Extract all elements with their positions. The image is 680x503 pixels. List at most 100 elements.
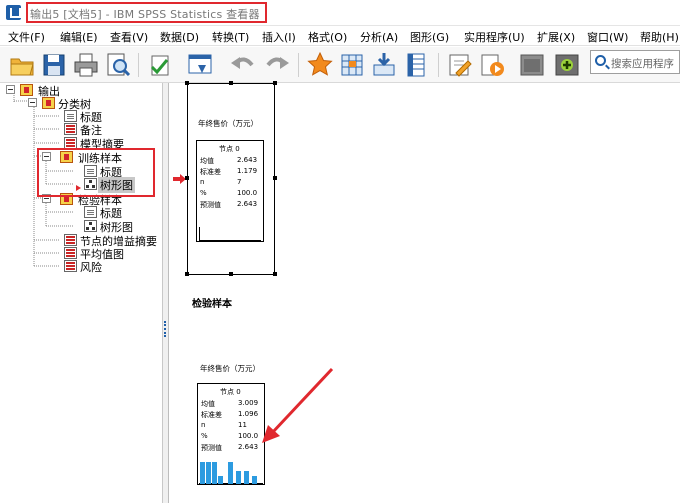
tree-node-histogram [199,456,263,484]
table-icon [64,234,77,246]
annotation-arrow-icon [262,367,334,443]
tree-node-stat-value: 7 [237,178,242,186]
resize-handle[interactable] [273,176,277,180]
collapse-toggle[interactable] [28,98,37,107]
tree-node-header: 节点 0 [220,388,241,396]
menu-item[interactable]: 转换(T) [212,29,249,45]
menu-item[interactable]: 格式(O) [308,29,347,45]
toolbar [0,47,680,83]
goto-case-icon[interactable] [338,51,366,79]
histogram-bar [212,462,217,484]
tree-node-stat-value: 11 [238,421,247,429]
tree-node-stat-value: 100.0 [237,189,258,197]
histogram-bar [252,476,257,484]
tree-node-stat-value: 1.096 [238,410,259,418]
book-icon [20,84,33,96]
tree-node-histogram-area [199,227,261,241]
save-icon[interactable] [40,51,68,79]
chart-icon [64,247,77,259]
run-icon[interactable] [478,51,506,79]
histogram-bar [200,462,205,484]
resize-handle[interactable] [185,81,189,85]
tree-node-stat-label: 标准差 [201,411,222,419]
training-tree-diagram[interactable]: 年终售价（万元） 节点 0 均值 2.643 标准差 1.179 n 7% 100.0 预测值… [187,83,275,275]
pane-splitter[interactable] [163,83,169,503]
collapse-toggle[interactable] [6,85,15,94]
tree-node-header: 节点 0 [219,145,240,153]
histogram-bar [236,471,241,484]
menu-item[interactable]: 插入(I) [262,29,296,45]
tree-node-stat-label: 均值 [201,400,215,408]
goto-data-icon[interactable] [306,51,334,79]
splitter-grip[interactable] [164,321,167,337]
redo-icon[interactable] [264,51,292,79]
book-icon [42,97,55,109]
print-icon[interactable] [72,51,100,79]
menu-item[interactable]: 帮助(H) [640,29,679,45]
table-icon [64,123,77,135]
tree-node-title: 年终售价（万元） [198,119,258,128]
tree-node-stat-label: % [200,189,207,197]
toolbar-separator [138,53,139,77]
tree-node-stat-label: % [201,432,208,440]
menu-item[interactable]: 实用程序(U) [464,29,525,45]
menu-item[interactable]: 图形(G) [410,29,449,45]
tree-node-title: 年终售价（万元） [200,364,260,373]
current-item-arrow-icon [76,185,82,191]
recall-dialog-icon[interactable] [186,51,214,79]
split-file-icon[interactable] [402,51,430,79]
designate-window-icon[interactable] [518,51,546,79]
tree-node-stat-value: 2.643 [237,156,258,164]
menu-item[interactable]: 窗口(W) [587,29,628,45]
export-icon[interactable] [146,51,174,79]
tree-node-stat-label: 预测值 [201,444,222,452]
search-input[interactable]: 搜索应用程序 [590,50,680,74]
tree-node-stat-label: n [201,421,206,429]
histogram-bar [206,462,211,484]
text-doc-icon [64,110,77,122]
menu-item[interactable]: 查看(V) [110,29,148,45]
search-placeholder: 搜索应用程序 [611,58,674,70]
section-heading: 检验样本 [192,299,232,310]
tree-node-stat-label: 预测值 [200,201,221,209]
spss-app-icon [6,5,21,20]
table-icon [64,260,77,272]
tree-node-box[interactable]: 节点 0 均值 3.009 标准差 1.096 n 11% 100.0 预测值 2.643 [197,383,265,485]
tree-node-stat-value: 2.643 [238,443,259,451]
title-bar: 输出5 [文档5] - IBM SPSS Statistics 查看器 [0,0,680,26]
resize-handle[interactable] [185,272,189,276]
text-doc-icon [84,206,97,218]
tree-node-box[interactable]: 节点 0 均值 2.643 标准差 1.179 n 7% 100.0 预测值 2.643 [196,140,264,242]
toolbar-separator [438,53,439,77]
tree-node-stat-value: 1.179 [237,167,258,175]
open-folder-icon[interactable] [8,51,36,79]
histogram-bar [218,476,223,484]
viewer-content-pane: 年终售价（万元） 节点 0 均值 2.643 标准差 1.179 n 7% 100.0 预测值… [170,81,680,503]
outline-highlight-box [37,148,155,197]
insert-variable-icon[interactable] [370,51,398,79]
menu-item[interactable]: 数据(D) [160,29,199,45]
resize-handle[interactable] [229,272,233,276]
tree-node-stat-label: 标准差 [200,168,221,176]
toolbar-separator [298,53,299,77]
print-preview-icon[interactable] [104,51,132,79]
tree-node-stat-value: 3.009 [238,399,259,407]
menu-item[interactable]: 扩展(X) [537,29,575,45]
tree-diagram-icon [84,220,97,232]
menu-item[interactable]: 文件(F) [8,29,45,45]
resize-handle[interactable] [273,81,277,85]
tree-node-stat-value: 2.643 [237,200,258,208]
outline-label: 风险 [80,261,102,274]
tree-node-stat-label: 均值 [200,157,214,165]
resize-handle[interactable] [185,176,189,180]
edit-icon[interactable] [446,51,474,79]
undo-icon[interactable] [228,51,256,79]
menu-bar: 文件(F) 编辑(E) 查看(V) 数据(D) 转换(T) 插入(I) 格式(O) 分析(A)… [0,26,680,46]
tree-node-stat-label: n [200,178,205,186]
menu-item[interactable]: 编辑(E) [60,29,98,45]
resize-handle[interactable] [273,272,277,276]
resize-handle[interactable] [229,81,233,85]
add-icon[interactable] [553,51,581,79]
menu-item[interactable]: 分析(A) [360,29,398,45]
outline-pane: 输出 分类树 标题 备注 模型摘要 训练样本 标题 树形图 检验样本 标题 树形… [0,83,163,503]
